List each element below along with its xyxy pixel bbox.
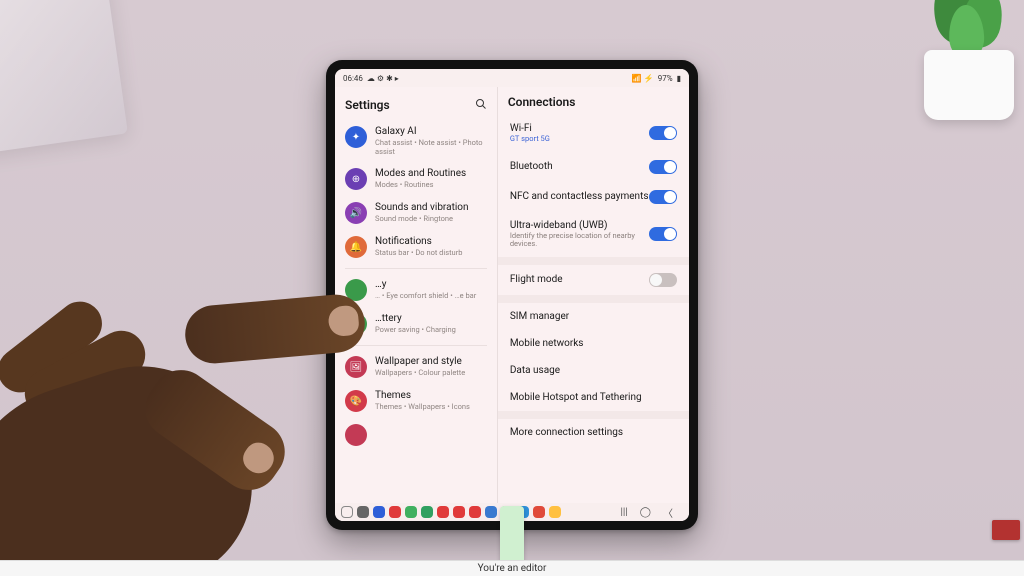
settings-item-themes[interactable]: 🎨 ThemesThemes • Wallpapers • Icons: [335, 384, 497, 418]
settings-item--y[interactable]: …y… • Eye comfort shield • …e bar: [335, 273, 497, 307]
apps-grid-icon[interactable]: [341, 506, 353, 518]
status-icons-right: 📶 ⚡: [632, 74, 654, 83]
dock-app-6[interactable]: [453, 506, 465, 518]
conn-subtitle: GT sport 5G: [510, 135, 550, 144]
conn-item-mobile-networks[interactable]: Mobile networks: [498, 330, 689, 357]
charging-cable: [500, 506, 524, 566]
search-icon[interactable]: [475, 95, 487, 114]
settings-sidebar: Settings ✦ Galaxy AIChat assist • Note as…: [335, 87, 498, 503]
conn-title: Bluetooth: [510, 161, 553, 172]
conn-item-data-usage[interactable]: Data usage: [498, 357, 689, 384]
settings-item-icon: 🖼: [345, 356, 367, 378]
status-bar: 06:46 ☁ ⚙ ✱ ▸ 📶 ⚡ 97% ▮: [335, 69, 689, 87]
conn-title: SIM manager: [510, 311, 569, 322]
status-time: 06:46: [343, 74, 363, 83]
conn-item-bluetooth[interactable]: Bluetooth: [498, 152, 689, 182]
settings-item-icon: 🔊: [345, 202, 367, 224]
editor-footer: You're an editor: [0, 560, 1024, 576]
settings-item-subtitle: Status bar • Do not disturb: [375, 248, 462, 257]
settings-item-obscured[interactable]: [335, 418, 497, 452]
conn-subtitle: Identify the precise location of nearby …: [510, 232, 640, 249]
status-battery: 97%: [658, 74, 673, 83]
dock-app-2[interactable]: [389, 506, 401, 518]
settings-item-sounds-and-vibration[interactable]: 🔊 Sounds and vibrationSound mode • Ringto…: [335, 196, 497, 230]
settings-title: Settings: [345, 98, 390, 112]
watermark-badge: [992, 520, 1020, 540]
conn-title: NFC and contactless payments: [510, 191, 649, 202]
settings-item-notifications[interactable]: 🔔 NotificationsStatus bar • Do not distur…: [335, 230, 497, 264]
decorative-glass-block: [0, 0, 128, 154]
dock-app-5[interactable]: [437, 506, 449, 518]
settings-item-modes-and-routines[interactable]: ⊕ Modes and RoutinesModes • Routines: [335, 162, 497, 196]
settings-item-subtitle: Themes • Wallpapers • Icons: [375, 402, 470, 411]
connections-title: Connections: [508, 95, 576, 109]
settings-item-title: Modes and Routines: [375, 168, 466, 179]
conn-item-ultra-wideband-uwb-[interactable]: Ultra-wideband (UWB)Identify the precise…: [498, 212, 689, 257]
settings-item-subtitle: Wallpapers • Colour palette: [375, 368, 465, 377]
status-icons-left: ☁ ⚙ ✱ ▸: [367, 74, 399, 83]
conn-item-flight-mode[interactable]: Flight mode: [498, 265, 689, 295]
dock-app-7[interactable]: [469, 506, 481, 518]
settings-item-icon: [345, 313, 367, 335]
dock-app-1[interactable]: [373, 506, 385, 518]
settings-item-icon: 🎨: [345, 390, 367, 412]
settings-item-subtitle: Chat assist • Note assist • Photo assist: [375, 138, 487, 156]
connections-list: Wi-FiGT sport 5G Bluetooth NFC and contact…: [498, 115, 689, 503]
user-hand-overlay: [0, 260, 370, 576]
conn-title: Mobile Hotspot and Tethering: [510, 392, 642, 403]
settings-item-icon: [345, 279, 367, 301]
conn-title: Ultra-wideband (UWB): [510, 220, 640, 231]
settings-list: ✦ Galaxy AIChat assist • Note assist • Ph…: [335, 120, 497, 503]
settings-item-title: Sounds and vibration: [375, 202, 469, 213]
conn-item-more-connection-settings[interactable]: More connection settings: [498, 419, 689, 446]
conn-title: Data usage: [510, 365, 560, 376]
settings-item-icon: [345, 424, 367, 446]
decorative-plant: [884, 0, 1024, 130]
settings-item--ttery[interactable]: …tteryPower saving • Charging: [335, 307, 497, 341]
nav-home-icon[interactable]: ◯: [640, 507, 651, 518]
toggle-switch[interactable]: [649, 126, 677, 140]
dock-app-8[interactable]: [485, 506, 497, 518]
tablet-screen: 06:46 ☁ ⚙ ✱ ▸ 📶 ⚡ 97% ▮ Settings: [335, 69, 689, 521]
connections-panel: Connections Wi-FiGT sport 5G Bluetooth NFC…: [498, 87, 689, 503]
toggle-switch[interactable]: [649, 227, 677, 241]
dock-app-12[interactable]: [549, 506, 561, 518]
settings-item-title: Galaxy AI: [375, 126, 487, 137]
battery-icon: ▮: [677, 74, 681, 83]
settings-item-subtitle: Modes • Routines: [375, 180, 466, 189]
conn-title: Mobile networks: [510, 338, 584, 349]
conn-item-mobile-hotspot-and-tethering[interactable]: Mobile Hotspot and Tethering: [498, 384, 689, 411]
toggle-switch[interactable]: [649, 190, 677, 204]
tablet-device: 06:46 ☁ ⚙ ✱ ▸ 📶 ⚡ 97% ▮ Settings: [326, 60, 698, 530]
footer-label: You're an editor: [478, 563, 547, 574]
settings-item-wallpaper-and-style[interactable]: 🖼 Wallpaper and styleWallpapers • Colour …: [335, 350, 497, 384]
settings-item-subtitle: Sound mode • Ringtone: [375, 214, 469, 223]
settings-item-subtitle: … • Eye comfort shield • …e bar: [375, 291, 476, 300]
dock-app-4[interactable]: [421, 506, 433, 518]
settings-item-title: …ttery: [375, 313, 456, 324]
nav-back-icon[interactable]: 〈: [663, 505, 673, 520]
settings-item-title: Notifications: [375, 236, 462, 247]
settings-item-subtitle: Power saving • Charging: [375, 325, 456, 334]
settings-item-icon: ✦: [345, 126, 367, 148]
dock-app-3[interactable]: [405, 506, 417, 518]
conn-item-nfc-and-contactless-payments[interactable]: NFC and contactless payments: [498, 182, 689, 212]
nav-recent-icon[interactable]: |||: [620, 507, 627, 518]
settings-item-icon: 🔔: [345, 236, 367, 258]
conn-item-sim-manager[interactable]: SIM manager: [498, 303, 689, 330]
conn-title: Flight mode: [510, 274, 563, 285]
toggle-switch[interactable]: [649, 273, 677, 287]
dock-app-0[interactable]: [357, 506, 369, 518]
settings-item-galaxy-ai[interactable]: ✦ Galaxy AIChat assist • Note assist • Ph…: [335, 120, 497, 162]
toggle-switch[interactable]: [649, 160, 677, 174]
dock-app-11[interactable]: [533, 506, 545, 518]
conn-title: Wi-Fi: [510, 123, 550, 134]
conn-title: More connection settings: [510, 427, 623, 438]
conn-item-wi-fi[interactable]: Wi-FiGT sport 5G: [498, 115, 689, 152]
settings-item-title: Wallpaper and style: [375, 356, 465, 367]
settings-item-icon: ⊕: [345, 168, 367, 190]
settings-item-title: Themes: [375, 390, 470, 401]
settings-item-title: …y: [375, 279, 476, 290]
